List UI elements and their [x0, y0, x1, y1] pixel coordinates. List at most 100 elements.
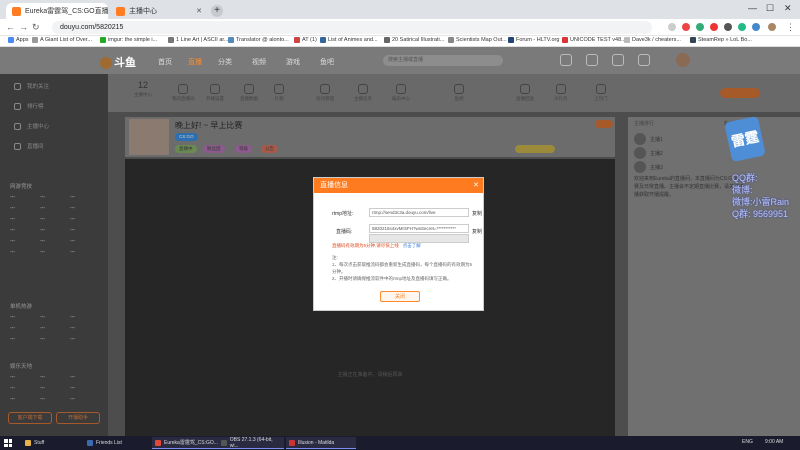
- bookmark-apps[interactable]: Apps: [8, 37, 29, 43]
- taskbar-item[interactable]: Stuff: [22, 437, 47, 449]
- maximize-button[interactable]: ☐: [766, 3, 774, 14]
- tab-title: Eureka雷霆驾_CS:GO直播_斗鱼直播: [25, 8, 108, 15]
- report-button[interactable]: [515, 145, 555, 153]
- star-icon[interactable]: [668, 23, 676, 31]
- learn-more-link[interactable]: 点击了解: [403, 243, 421, 248]
- sidebar-section-head: 单机热游: [10, 304, 33, 310]
- expiry-warning: 直播码有效期为5分钟,请尽快上线 点击了解: [332, 243, 421, 248]
- category-item[interactable]: 鱼吧: [454, 84, 464, 102]
- rank-item[interactable]: 主播2: [634, 147, 663, 159]
- bookmark[interactable]: A Giant List of Over...: [32, 37, 92, 43]
- sidebar-item-room[interactable]: 直播间: [14, 142, 44, 150]
- dialog-header: 直播信息 ✕: [314, 178, 483, 193]
- close-window-button[interactable]: ✕: [784, 3, 792, 14]
- category-item[interactable]: 直播回放: [516, 84, 534, 102]
- address-bar[interactable]: douyu.com/5820215: [52, 21, 652, 34]
- new-tab-button[interactable]: +: [211, 5, 223, 17]
- extension-icon[interactable]: [724, 23, 732, 31]
- bell-icon[interactable]: [612, 54, 624, 66]
- stream-assistant-button[interactable]: 开播助手: [56, 412, 100, 424]
- category-item[interactable]: 娱乐中心: [392, 84, 410, 102]
- site-search-input[interactable]: 搜索主播或直播: [383, 55, 503, 66]
- stream-key-scrollbar[interactable]: [369, 234, 469, 243]
- reload-icon[interactable]: ↻: [32, 22, 40, 33]
- nav-fishbar[interactable]: 鱼吧: [320, 57, 334, 67]
- room-title: 晚上好! ~ 早上比赛: [175, 121, 243, 130]
- message-icon[interactable]: [638, 54, 650, 66]
- nav-home[interactable]: 首页: [158, 57, 172, 67]
- menu-icon[interactable]: ⋮: [786, 22, 795, 33]
- nav-games[interactable]: 游戏: [286, 57, 300, 67]
- bookmark[interactable]: Dave3k / cheaters...: [624, 37, 681, 43]
- history-icon[interactable]: [560, 54, 572, 66]
- rank-item[interactable]: 主播1: [634, 133, 663, 145]
- bookmark[interactable]: AT (1): [294, 37, 317, 43]
- pc-client-button[interactable]: [720, 88, 760, 98]
- bookmark[interactable]: 20 Satirical Illustrati...: [384, 37, 444, 43]
- clock[interactable]: 9:00 AM: [765, 439, 783, 445]
- minimize-button[interactable]: —: [748, 3, 757, 13]
- language-indicator[interactable]: ENG: [742, 439, 753, 445]
- dialog-close-button[interactable]: 关闭: [380, 291, 420, 302]
- category-item[interactable]: 房间管理: [316, 84, 334, 102]
- client-download-button[interactable]: 客户端下载: [8, 412, 52, 424]
- tag-badge[interactable]: 等级: [235, 145, 252, 153]
- url-text: douyu.com/5820215: [60, 24, 124, 31]
- site-logo[interactable]: 斗鱼: [100, 54, 136, 70]
- user-avatar[interactable]: [676, 53, 690, 67]
- taskbar-item[interactable]: Friends List: [84, 437, 125, 449]
- sidebar-item-anchor[interactable]: 主播中心: [14, 122, 49, 130]
- sidebar-item-follow[interactable]: 我的关注: [14, 82, 49, 90]
- extension-icon[interactable]: [752, 23, 760, 31]
- copy-key-button[interactable]: 复制: [472, 228, 482, 235]
- windows-start-icon[interactable]: [4, 439, 12, 447]
- bookmark[interactable]: Forum - HLTV.org: [508, 37, 559, 43]
- tab-close-icon[interactable]: ✕: [196, 7, 202, 15]
- category-item[interactable]: 直播数据: [240, 84, 258, 102]
- back-icon[interactable]: ←: [6, 22, 15, 32]
- category-item[interactable]: 礼物: [274, 84, 284, 102]
- bookmark[interactable]: imgur: the simple i...: [100, 37, 157, 43]
- bookmark[interactable]: 1 Line Art | ASCII ar...: [168, 37, 228, 43]
- profile-avatar[interactable]: [768, 23, 776, 31]
- taskbar-item-active[interactable]: Eureka雷霆驾_CS:GO...: [152, 437, 224, 449]
- nav-category[interactable]: 分类: [218, 57, 232, 67]
- stream-key-field[interactable]: 5820215s4xvMrSFH?wsSecret=***********: [369, 224, 469, 233]
- copy-rtmp-button[interactable]: 复制: [472, 210, 482, 217]
- extension-icon[interactable]: [710, 23, 718, 31]
- taskbar-item[interactable]: Illusion - Matilda: [286, 437, 356, 449]
- tag-badge[interactable]: 粉丝团: [203, 145, 225, 153]
- bookmark[interactable]: SteamRep » LoL Bo...: [690, 37, 752, 43]
- bookmark[interactable]: Scientists Map Out...: [448, 37, 507, 43]
- forward-icon[interactable]: →: [19, 22, 28, 32]
- nav-live[interactable]: 直播: [188, 57, 202, 67]
- rtmp-address-field[interactable]: rtmp://send3c3a.douyu.com/live: [369, 208, 469, 217]
- bookmark[interactable]: List of Animes and...: [320, 37, 378, 43]
- rank-item[interactable]: 主播3: [634, 161, 663, 173]
- category-strip: 12 主播中心 我的直播间 开播设置 直播数据 礼物 房间管理 主播任务 娱乐中…: [108, 74, 800, 112]
- bookmark[interactable]: Translator @ alonto...: [228, 37, 289, 43]
- bookmark[interactable]: UNICODE TEST v48...: [562, 37, 626, 43]
- category-item[interactable]: 上热门: [594, 84, 608, 102]
- extension-icon[interactable]: [696, 23, 704, 31]
- follow-button[interactable]: [595, 120, 613, 128]
- announcement-text: 欢迎来到Eureka的直播间，本直播间为CS:GO比赛及日常直播。主播会不定期直…: [634, 176, 745, 198]
- streamer-avatar[interactable]: [129, 119, 169, 155]
- category-item[interactable]: 我的直播间: [172, 84, 195, 102]
- tab-anchor-rank[interactable]: 主播排行: [634, 120, 654, 127]
- tag-badge[interactable]: CS:GO: [175, 133, 198, 141]
- taskbar-item[interactable]: OBS 27.1.3 (64-bit, wi...: [218, 437, 284, 449]
- extension-icon[interactable]: [682, 23, 690, 31]
- category-item[interactable]: 主播任务: [354, 84, 372, 102]
- nav-video[interactable]: 视频: [252, 57, 266, 67]
- category-item[interactable]: 开播设置: [206, 84, 224, 102]
- sidebar-item-rank[interactable]: 排行榜: [14, 102, 44, 110]
- extension-icon[interactable]: [738, 23, 746, 31]
- close-icon[interactable]: ✕: [473, 178, 479, 193]
- browser-tab[interactable]: 主播中心 ✕: [110, 3, 208, 19]
- tag-badge[interactable]: 公告: [261, 145, 278, 153]
- category-item[interactable]: 大礼包: [554, 84, 568, 102]
- download-icon[interactable]: [586, 54, 598, 66]
- sidebar-grid: ▪▪▪ ▪▪▪ ▪▪▪ ▪▪▪ ▪▪▪ ▪▪▪ ▪▪▪ ▪▪▪ ▪▪▪: [10, 374, 75, 401]
- browser-tab-active[interactable]: Eureka雷霆驾_CS:GO直播_斗鱼直播 ✕: [6, 3, 108, 19]
